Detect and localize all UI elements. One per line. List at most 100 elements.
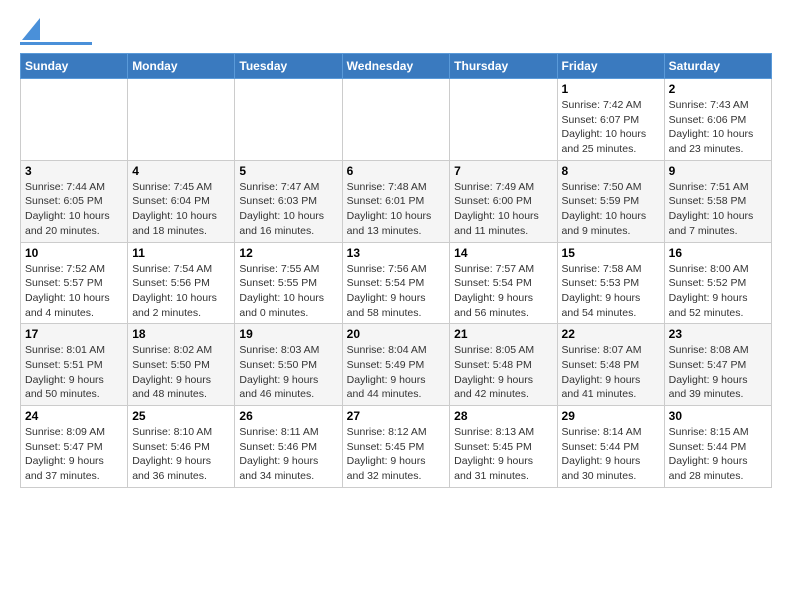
calendar-week-row: 24 Sunrise: 8:09 AMSunset: 5:47 PMDayligh…	[21, 406, 772, 488]
day-number: 5	[239, 164, 337, 178]
day-info: Sunrise: 7:52 AMSunset: 5:57 PMDaylight:…	[25, 262, 123, 321]
day-info: Sunrise: 8:12 AMSunset: 5:45 PMDaylight:…	[347, 425, 446, 484]
calendar-cell: 2 Sunrise: 7:43 AMSunset: 6:06 PMDaylight…	[664, 79, 771, 161]
day-number: 15	[562, 246, 660, 260]
calendar-cell	[21, 79, 128, 161]
logo-underline	[20, 42, 92, 45]
calendar-cell: 18 Sunrise: 8:02 AMSunset: 5:50 PMDayligh…	[128, 324, 235, 406]
day-info: Sunrise: 8:08 AMSunset: 5:47 PMDaylight:…	[669, 343, 767, 402]
day-info: Sunrise: 8:14 AMSunset: 5:44 PMDaylight:…	[562, 425, 660, 484]
day-info: Sunrise: 8:03 AMSunset: 5:50 PMDaylight:…	[239, 343, 337, 402]
calendar-cell: 13 Sunrise: 7:56 AMSunset: 5:54 PMDayligh…	[342, 242, 450, 324]
day-info: Sunrise: 8:01 AMSunset: 5:51 PMDaylight:…	[25, 343, 123, 402]
calendar-cell: 3 Sunrise: 7:44 AMSunset: 6:05 PMDaylight…	[21, 160, 128, 242]
day-number: 24	[25, 409, 123, 423]
day-number: 25	[132, 409, 230, 423]
day-info: Sunrise: 7:42 AMSunset: 6:07 PMDaylight:…	[562, 98, 660, 157]
calendar-cell: 23 Sunrise: 8:08 AMSunset: 5:47 PMDayligh…	[664, 324, 771, 406]
day-number: 16	[669, 246, 767, 260]
day-info: Sunrise: 8:11 AMSunset: 5:46 PMDaylight:…	[239, 425, 337, 484]
calendar-cell: 27 Sunrise: 8:12 AMSunset: 5:45 PMDayligh…	[342, 406, 450, 488]
day-number: 27	[347, 409, 446, 423]
calendar-cell: 19 Sunrise: 8:03 AMSunset: 5:50 PMDayligh…	[235, 324, 342, 406]
day-number: 11	[132, 246, 230, 260]
calendar-cell: 15 Sunrise: 7:58 AMSunset: 5:53 PMDayligh…	[557, 242, 664, 324]
calendar-cell: 22 Sunrise: 8:07 AMSunset: 5:48 PMDayligh…	[557, 324, 664, 406]
weekday-header-sunday: Sunday	[21, 54, 128, 79]
day-number: 17	[25, 327, 123, 341]
logo-icon	[22, 18, 40, 40]
calendar-cell: 8Sunrise: 7:50 AMSunset: 5:59 PMDaylight…	[557, 160, 664, 242]
day-number: 6	[347, 164, 446, 178]
calendar-cell: 4 Sunrise: 7:45 AMSunset: 6:04 PMDaylight…	[128, 160, 235, 242]
calendar-cell: 12 Sunrise: 7:55 AMSunset: 5:55 PMDayligh…	[235, 242, 342, 324]
calendar-cell: 9 Sunrise: 7:51 AMSunset: 5:58 PMDaylight…	[664, 160, 771, 242]
calendar-week-row: 1 Sunrise: 7:42 AMSunset: 6:07 PMDaylight…	[21, 79, 772, 161]
day-number: 22	[562, 327, 660, 341]
weekday-header-thursday: Thursday	[450, 54, 557, 79]
day-number: 9	[669, 164, 767, 178]
weekday-header-wednesday: Wednesday	[342, 54, 450, 79]
day-number: 3	[25, 164, 123, 178]
day-number: 29	[562, 409, 660, 423]
calendar-cell: 26 Sunrise: 8:11 AMSunset: 5:46 PMDayligh…	[235, 406, 342, 488]
day-number: 26	[239, 409, 337, 423]
calendar-cell: 16 Sunrise: 8:00 AMSunset: 5:52 PMDayligh…	[664, 242, 771, 324]
calendar-cell: 7Sunrise: 7:49 AMSunset: 6:00 PMDaylight…	[450, 160, 557, 242]
day-number: 2	[669, 82, 767, 96]
day-info: Sunrise: 7:58 AMSunset: 5:53 PMDaylight:…	[562, 262, 660, 321]
day-number: 14	[454, 246, 552, 260]
day-info: Sunrise: 7:56 AMSunset: 5:54 PMDaylight:…	[347, 262, 446, 321]
calendar-cell	[235, 79, 342, 161]
day-number: 12	[239, 246, 337, 260]
day-info: Sunrise: 8:07 AMSunset: 5:48 PMDaylight:…	[562, 343, 660, 402]
day-number: 19	[239, 327, 337, 341]
weekday-header-friday: Friday	[557, 54, 664, 79]
weekday-header-saturday: Saturday	[664, 54, 771, 79]
day-number: 18	[132, 327, 230, 341]
day-number: 28	[454, 409, 552, 423]
calendar-cell: 5 Sunrise: 7:47 AMSunset: 6:03 PMDaylight…	[235, 160, 342, 242]
day-info: Sunrise: 7:57 AMSunset: 5:54 PMDaylight:…	[454, 262, 552, 321]
day-info: Sunrise: 7:45 AMSunset: 6:04 PMDaylight:…	[132, 180, 230, 239]
day-info: Sunrise: 8:02 AMSunset: 5:50 PMDaylight:…	[132, 343, 230, 402]
calendar-week-row: 10 Sunrise: 7:52 AMSunset: 5:57 PMDayligh…	[21, 242, 772, 324]
calendar-cell: 29 Sunrise: 8:14 AMSunset: 5:44 PMDayligh…	[557, 406, 664, 488]
calendar-cell: 10 Sunrise: 7:52 AMSunset: 5:57 PMDayligh…	[21, 242, 128, 324]
calendar-cell	[450, 79, 557, 161]
calendar-cell: 30Sunrise: 8:15 AMSunset: 5:44 PMDayligh…	[664, 406, 771, 488]
day-number: 10	[25, 246, 123, 260]
day-info: Sunrise: 7:54 AMSunset: 5:56 PMDaylight:…	[132, 262, 230, 321]
day-info: Sunrise: 7:43 AMSunset: 6:06 PMDaylight:…	[669, 98, 767, 157]
day-info: Sunrise: 8:00 AMSunset: 5:52 PMDaylight:…	[669, 262, 767, 321]
calendar-table: SundayMondayTuesdayWednesdayThursdayFrid…	[20, 53, 772, 488]
calendar-cell: 14 Sunrise: 7:57 AMSunset: 5:54 PMDayligh…	[450, 242, 557, 324]
day-number: 20	[347, 327, 446, 341]
calendar-cell	[128, 79, 235, 161]
day-info: Sunrise: 7:55 AMSunset: 5:55 PMDaylight:…	[239, 262, 337, 321]
weekday-header-tuesday: Tuesday	[235, 54, 342, 79]
day-number: 13	[347, 246, 446, 260]
calendar-cell	[342, 79, 450, 161]
day-number: 1	[562, 82, 660, 96]
day-info: Sunrise: 7:51 AMSunset: 5:58 PMDaylight:…	[669, 180, 767, 239]
day-info: Sunrise: 8:09 AMSunset: 5:47 PMDaylight:…	[25, 425, 123, 484]
header	[20, 16, 772, 45]
day-info: Sunrise: 8:13 AMSunset: 5:45 PMDaylight:…	[454, 425, 552, 484]
calendar-week-row: 17 Sunrise: 8:01 AMSunset: 5:51 PMDayligh…	[21, 324, 772, 406]
day-number: 8	[562, 164, 660, 178]
calendar-cell: 1 Sunrise: 7:42 AMSunset: 6:07 PMDaylight…	[557, 79, 664, 161]
day-number: 21	[454, 327, 552, 341]
weekday-header-monday: Monday	[128, 54, 235, 79]
day-number: 23	[669, 327, 767, 341]
calendar-cell: 28 Sunrise: 8:13 AMSunset: 5:45 PMDayligh…	[450, 406, 557, 488]
day-info: Sunrise: 7:47 AMSunset: 6:03 PMDaylight:…	[239, 180, 337, 239]
day-number: 30	[669, 409, 767, 423]
day-info: Sunrise: 7:49 AMSunset: 6:00 PMDaylight:…	[454, 180, 552, 239]
calendar-cell: 25Sunrise: 8:10 AMSunset: 5:46 PMDayligh…	[128, 406, 235, 488]
day-number: 4	[132, 164, 230, 178]
calendar-cell: 21Sunrise: 8:05 AMSunset: 5:48 PMDayligh…	[450, 324, 557, 406]
day-info: Sunrise: 7:44 AMSunset: 6:05 PMDaylight:…	[25, 180, 123, 239]
page: SundayMondayTuesdayWednesdayThursdayFrid…	[0, 0, 792, 498]
calendar-cell: 24 Sunrise: 8:09 AMSunset: 5:47 PMDayligh…	[21, 406, 128, 488]
